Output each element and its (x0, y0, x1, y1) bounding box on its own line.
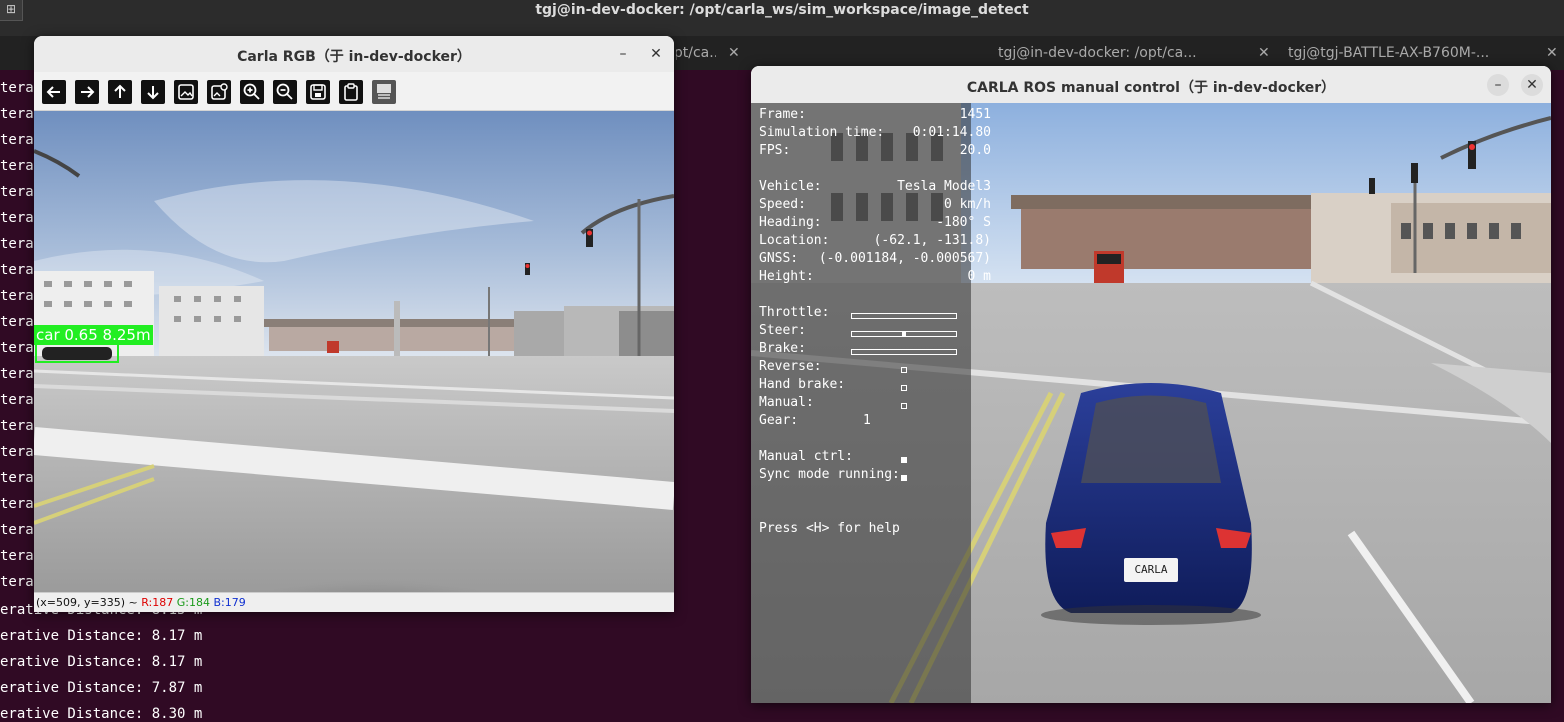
ros-manual-control-window[interactable]: CARLA ROS manual control（于 in-dev-docker… (751, 66, 1551, 703)
terminal-tab-4[interactable]: tgj@tgj-BATTLE-AX-B760M-... (1288, 36, 1498, 70)
save-icon[interactable] (306, 80, 330, 104)
steer-bar (851, 331, 957, 337)
sync-mode-indicator (901, 475, 907, 481)
pan-left-icon[interactable] (42, 80, 66, 104)
license-plate: CARLA (1134, 563, 1168, 576)
tab-label: tgj@in-dev-docker: /opt/ca... (998, 45, 1197, 61)
close-button[interactable]: ✕ (1521, 74, 1543, 96)
carla-rgb-window[interactable]: Carla RGB（于 in-dev-docker） – ✕ car 0.65 … (34, 36, 674, 612)
blue-value: B:179 (213, 596, 246, 609)
hud-manual-label: Manual: (759, 395, 814, 410)
pan-down-icon[interactable] (141, 80, 165, 104)
thumbnail-icon[interactable] (174, 80, 198, 104)
hud-location-value: (-62.1, -131.8) (873, 233, 991, 248)
hud-panel: Frame: 1451 Simulation time: 0:01:14.80 … (751, 103, 991, 703)
hud-sim-time-value: 0:01:14.80 (912, 125, 991, 140)
image-settings-icon[interactable] (207, 80, 231, 104)
terminal-line: erative Distance: 8.17 m (0, 628, 203, 644)
throttle-bar (851, 313, 957, 319)
hud-height-value: 0 m (967, 269, 991, 284)
hand-brake-indicator (901, 385, 907, 391)
steer-marker (902, 332, 906, 336)
hud-steer-label: Steer: (759, 323, 806, 338)
zoom-out-icon[interactable] (273, 80, 297, 104)
tab-close-icon[interactable]: ✕ (1258, 36, 1270, 70)
hud-brake-label: Brake: (759, 341, 806, 356)
hud-gear-label: Gear: (759, 413, 799, 428)
hud-fps-value: 20.0 (959, 143, 991, 158)
simulation-view[interactable]: CARLA Frame: 1451 Simulation time: 0:01:… (751, 103, 1551, 703)
red-value: R:187 (141, 596, 174, 609)
green-value: G:184 (176, 596, 210, 609)
camera-scene (34, 111, 674, 592)
hud-vehicle-value: Tesla Model3 (897, 179, 991, 194)
minimize-button[interactable]: – (612, 43, 634, 65)
tab-label: tgj@in-dev-docker: /opt/ca... (676, 45, 716, 61)
tab-close-icon[interactable]: ✕ (1546, 36, 1558, 70)
camera-image[interactable]: car 0.65 8.25m (34, 111, 674, 592)
ros-window-title: CARLA ROS manual control（于 in-dev-docker… (966, 80, 1336, 96)
hud-throttle-label: Throttle: (759, 305, 830, 320)
tab-close-icon[interactable]: ✕ (728, 36, 740, 70)
manual-ctrl-indicator (901, 457, 907, 463)
tab-label: tgj@tgj-BATTLE-AX-B760M-... (1288, 45, 1490, 61)
hud-gear-value: 1 (863, 413, 871, 428)
pan-right-icon[interactable] (75, 80, 99, 104)
reverse-indicator (901, 367, 907, 373)
hud-hand-brake-label: Hand brake: (759, 377, 846, 392)
hud-frame-value: 1451 (959, 107, 991, 122)
cursor-coords: (x=509, y=335) ~ (36, 596, 142, 609)
pan-up-icon[interactable] (108, 80, 132, 104)
terminal-line: erative Distance: 8.30 m (0, 706, 203, 722)
terminal-line: erative Distance: 8.17 m (0, 654, 203, 670)
manual-indicator (901, 403, 907, 409)
terminal-tab-3[interactable]: tgj@in-dev-docker: /opt/ca... (998, 36, 1230, 70)
pixel-status-bar: (x=509, y=335) ~ R:187 G:184 B:179 (34, 592, 674, 612)
terminal-tab-1[interactable]: tgj@in-dev-docker: /opt/ca... (676, 36, 716, 70)
hud-gnss-value: (-0.001184, -0.000567) (818, 251, 991, 266)
image-toolbar (34, 72, 674, 111)
terminal-title: tgj@in-dev-docker: /opt/carla_ws/sim_wor… (535, 2, 1029, 18)
terminal-line: erative Distance: 7.87 m (0, 680, 203, 696)
properties-icon[interactable] (372, 80, 396, 104)
rgb-window-title: Carla RGB（于 in-dev-docker） (237, 49, 471, 65)
detection-label: car 0.65 8.25m (34, 325, 153, 345)
minimize-button[interactable]: – (1487, 74, 1509, 96)
brake-bar (851, 349, 957, 355)
hud-help-text: Press <H> for help (759, 521, 900, 536)
hud-speed-value: 0 km/h (944, 197, 991, 212)
ros-window-titlebar[interactable]: CARLA ROS manual control（于 in-dev-docker… (751, 66, 1551, 104)
detection-box (35, 343, 119, 363)
hud-manual-ctrl-label: Manual ctrl: (759, 449, 853, 464)
copy-icon[interactable] (339, 80, 363, 104)
hud-reverse-label: Reverse: (759, 359, 822, 374)
zoom-in-icon[interactable] (240, 80, 264, 104)
rgb-window-titlebar[interactable]: Carla RGB（于 in-dev-docker） – ✕ (34, 36, 674, 73)
close-button[interactable]: ✕ (645, 43, 667, 65)
hud-heading-value: -180° S (936, 215, 991, 230)
terminal-titlebar: ⊞ tgj@in-dev-docker: /opt/carla_ws/sim_w… (0, 0, 1564, 36)
hud-sync-label: Sync mode running: (759, 467, 900, 482)
